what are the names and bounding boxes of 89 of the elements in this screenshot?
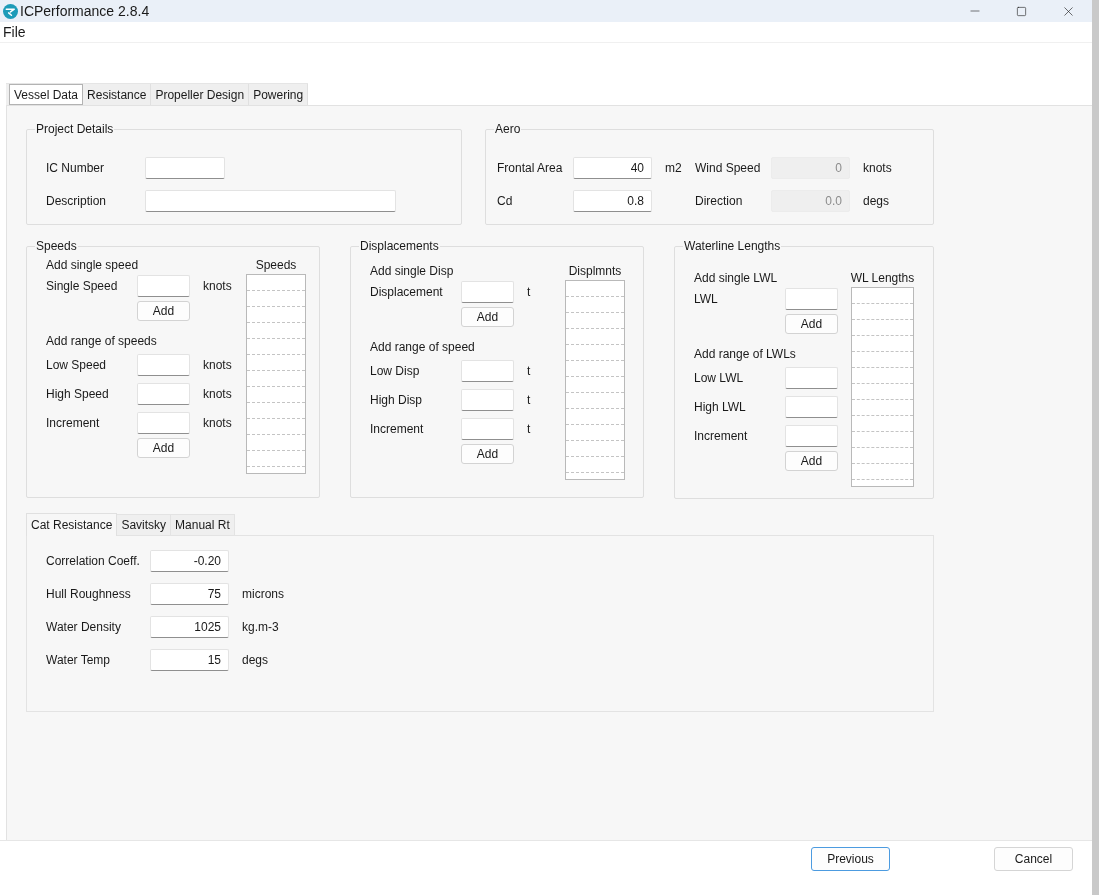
field-label: LWL: [694, 291, 719, 308]
tab[interactable]: Vessel Data: [9, 84, 84, 105]
field-label: Direction: [695, 193, 744, 210]
input-field[interactable]: 40: [573, 157, 652, 179]
field-label: High Speed: [46, 386, 110, 403]
field-label: Wind Speed: [695, 160, 762, 177]
input-field[interactable]: [461, 360, 514, 382]
input-field[interactable]: 0.8: [573, 190, 652, 212]
input-field[interactable]: [145, 157, 225, 179]
field-label: Description: [46, 193, 108, 210]
field-label: Hull Roughness: [46, 586, 132, 603]
unit-label: t: [527, 363, 531, 380]
field-label: Correlation Coeff.: [46, 553, 141, 570]
app-logo-icon: [3, 3, 18, 19]
unit-label: kg.m-3: [242, 619, 279, 636]
field-label: Frontal Area: [497, 160, 564, 177]
field-label: IC Number: [46, 160, 105, 177]
input-field[interactable]: [137, 412, 190, 434]
unit-label: t: [527, 392, 531, 409]
unit-label: t: [527, 421, 531, 438]
maximize-icon: [1016, 5, 1027, 17]
section-heading: Add range of LWLs: [694, 347, 796, 362]
group-title: Speeds: [35, 239, 78, 254]
field-label: Water Temp: [46, 652, 112, 669]
menu-item[interactable]: File: [0, 23, 29, 41]
input-field[interactable]: [461, 389, 514, 411]
input-field[interactable]: [145, 190, 396, 212]
field-label: Low Disp: [370, 363, 421, 380]
field-label: Single Speed: [46, 278, 119, 295]
field-label: High Disp: [370, 392, 424, 409]
field-label: Increment: [370, 421, 425, 438]
tab[interactable]: Cat Resistance: [26, 513, 118, 536]
field-label: High LWL: [694, 399, 747, 416]
add-button[interactable]: Add: [785, 314, 838, 334]
add-button[interactable]: Add: [785, 451, 838, 471]
input-field[interactable]: [137, 354, 190, 376]
field-label: Increment: [46, 415, 101, 432]
input-field[interactable]: [461, 418, 514, 440]
group-title: Waterline Lengths: [683, 239, 782, 254]
input-field[interactable]: 75: [150, 583, 229, 605]
group-title: Project Details: [35, 122, 115, 137]
unit-label: knots: [203, 386, 232, 403]
unit-label: degs: [863, 193, 890, 210]
add-button[interactable]: Add: [461, 444, 514, 464]
section-heading: Add range of speeds: [46, 334, 157, 349]
field-label: Water Density: [46, 619, 122, 636]
column-heading: Displmnts: [568, 264, 622, 279]
input-field[interactable]: 15: [150, 649, 229, 671]
unit-label: microns: [242, 586, 284, 603]
dialog-button[interactable]: Cancel: [994, 847, 1073, 871]
tab[interactable]: Savitsky: [117, 514, 172, 535]
section-heading: Add single speed: [46, 258, 139, 273]
unit-label: degs: [242, 652, 269, 669]
section-heading: Add single Disp: [370, 264, 454, 279]
field-label: Low LWL: [694, 370, 745, 387]
unit-label: knots: [203, 278, 232, 295]
section-heading: Add range of speed: [370, 340, 475, 355]
dialog-button[interactable]: Previous: [811, 847, 890, 871]
field-label: Increment: [694, 428, 749, 445]
add-button[interactable]: Add: [137, 438, 190, 458]
list-box[interactable]: [246, 274, 306, 474]
unit-label: knots: [203, 415, 232, 432]
input-field[interactable]: -0.20: [150, 550, 229, 572]
unit-label: t: [527, 284, 531, 301]
field-label: Displacement: [370, 284, 444, 301]
column-heading: WL Lengths: [850, 271, 915, 286]
list-box[interactable]: [565, 280, 625, 480]
input-field[interactable]: [785, 367, 838, 389]
unit-label: knots: [203, 357, 232, 374]
list-box[interactable]: [851, 287, 914, 487]
input-field[interactable]: [785, 425, 838, 447]
field-label: Cd: [497, 193, 514, 210]
input-field[interactable]: [137, 275, 190, 297]
input-field[interactable]: [137, 383, 190, 405]
field-label: Low Speed: [46, 357, 108, 374]
input-field[interactable]: 1025: [150, 616, 229, 638]
tab[interactable]: Manual Rt: [171, 514, 235, 535]
add-button[interactable]: Add: [461, 307, 514, 327]
add-button[interactable]: Add: [137, 301, 190, 321]
column-heading: Speeds: [255, 258, 297, 273]
window-title: ICPerformance 2.8.4: [20, 2, 150, 20]
input-field[interactable]: [785, 288, 838, 310]
group-title: Aero: [494, 122, 522, 137]
group-title: Displacements: [359, 239, 440, 254]
input-field[interactable]: [785, 396, 838, 418]
input-field[interactable]: [461, 281, 514, 303]
unit-label: m2: [665, 160, 682, 177]
section-heading: Add single LWL: [694, 271, 778, 286]
unit-label: knots: [863, 160, 892, 177]
